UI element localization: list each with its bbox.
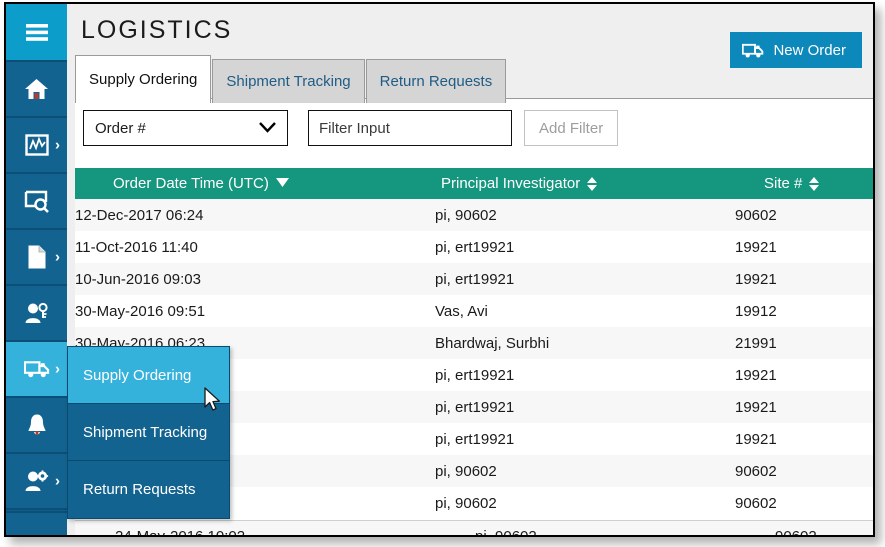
cell-pi: pi, ert19921 [435,366,515,384]
sidebar-item-home[interactable] [6,62,67,118]
cell-site: 19921 [735,366,777,384]
app-screenshot: › › › › LOGISTICS New Order Supply Order… [0,0,885,547]
cell-pi: pi, ert19921 [435,430,515,448]
new-order-label: New Order [773,41,846,59]
sidebar-item-user-access[interactable] [6,286,67,342]
sidebar-filler [6,511,67,535]
bell-icon [24,412,50,438]
sort-both-icon [809,176,820,191]
user-gear-icon [24,468,50,494]
clipped-table-row[interactable]: 24-May-2016 10:02 pi, 90602 90602 [75,520,873,535]
cell-pi: pi, ert19921 [435,398,515,416]
cell-pi: pi, 90602 [435,206,497,224]
column-header-principal-investigator[interactable]: Principal Investigator [435,168,735,199]
tab-bar: Supply Ordering Shipment Tracking Return… [75,55,507,103]
chevron-right-icon: › [55,136,60,154]
cell-site: 19921 [735,238,777,256]
screen-search-icon [24,188,50,214]
left-sidebar: › › › › [6,4,67,535]
sidebar-item-documents[interactable]: › [6,230,67,286]
document-icon [24,244,50,270]
cell-pi: pi, 90602 [475,528,537,535]
sort-both-icon [587,176,598,191]
add-filter-button[interactable]: Add Filter [524,110,619,146]
table-row[interactable]: 12-Dec-2017 06:24 pi, 90602 90602 [75,199,873,231]
cell-site: 90602 [735,206,777,224]
column-label: Order Date Time (UTC) [113,175,269,192]
tab-shipment-tracking[interactable]: Shipment Tracking [212,59,365,103]
cell-site: 19921 [735,270,777,288]
column-label: Site # [764,175,803,192]
cell-pi: pi, 90602 [435,494,497,512]
column-header-site[interactable]: Site # [735,168,873,199]
flyout-item-supply-ordering[interactable]: Supply Ordering [68,347,229,404]
cell-pi: pi, 90602 [435,462,497,480]
cell-pi: Vas, Avi [435,302,488,320]
sidebar-item-menu-toggle[interactable] [6,4,67,62]
truck-icon [742,42,764,59]
cell-order-date: 12-Dec-2017 06:24 [75,206,204,224]
filter-field-select[interactable]: Order # [83,110,288,146]
sidebar-item-administration[interactable]: › [6,454,67,510]
chevron-right-icon: › [55,248,60,266]
home-icon [24,76,50,102]
sidebar-item-logistics[interactable]: › [6,342,67,398]
cell-site: 19921 [735,398,777,416]
sort-desc-icon [275,177,289,190]
cell-site: 19912 [735,302,777,320]
filter-toolbar: Order # Add Filter [83,110,619,146]
cell-pi: pi, ert19921 [435,238,515,256]
new-order-button[interactable]: New Order [730,32,862,68]
cell-order-date: 30-May-2016 09:51 [75,302,206,320]
table-row[interactable]: 30-May-2016 09:51 Vas, Avi 19912 [75,295,873,327]
cell-order-date: 24-May-2016 10:02 [115,528,245,535]
tab-return-requests[interactable]: Return Requests [365,59,507,103]
logistics-flyout-menu: Supply Ordering Shipment Tracking Return… [67,346,230,519]
cell-pi: pi, ert19921 [435,270,515,288]
table-header-row: Order Date Time (UTC) Principal Investig… [75,168,873,199]
cell-site: 90602 [735,494,777,512]
hamburger-icon [24,19,50,45]
cell-site: 90602 [735,462,777,480]
chevron-right-icon: › [55,472,60,490]
truck-icon [23,356,50,382]
sidebar-item-monitoring[interactable] [6,174,67,230]
column-label: Principal Investigator [441,175,581,192]
chart-icon [24,132,50,158]
cell-site: 90602 [775,528,817,535]
page-title: LOGISTICS [81,16,233,44]
application-window: › › › › LOGISTICS New Order Supply Order… [4,2,875,537]
table-row[interactable]: 11-Oct-2016 11:40 pi, ert19921 19921 [75,231,873,263]
sidebar-item-reports[interactable]: › [6,118,67,174]
table-row[interactable]: 10-Jun-2016 09:03 pi, ert19921 19921 [75,263,873,295]
tab-supply-ordering[interactable]: Supply Ordering [75,55,212,103]
cell-site: 21991 [735,334,777,352]
filter-input[interactable] [308,110,512,146]
sidebar-item-notifications[interactable] [6,398,67,454]
column-header-order-date[interactable]: Order Date Time (UTC) [75,168,435,199]
cell-order-date: 11-Oct-2016 11:40 [75,238,198,256]
filter-field-value: Order # [95,119,146,137]
chevron-right-icon: › [55,360,60,378]
flyout-item-shipment-tracking[interactable]: Shipment Tracking [68,404,229,461]
chevron-down-icon [259,121,276,135]
flyout-item-return-requests[interactable]: Return Requests [68,461,229,518]
user-key-icon [24,300,50,326]
cell-pi: Bhardwaj, Surbhi [435,334,550,352]
cell-site: 19921 [735,430,777,448]
table-head: Order Date Time (UTC) Principal Investig… [75,168,873,199]
cell-order-date: 10-Jun-2016 09:03 [75,270,201,288]
